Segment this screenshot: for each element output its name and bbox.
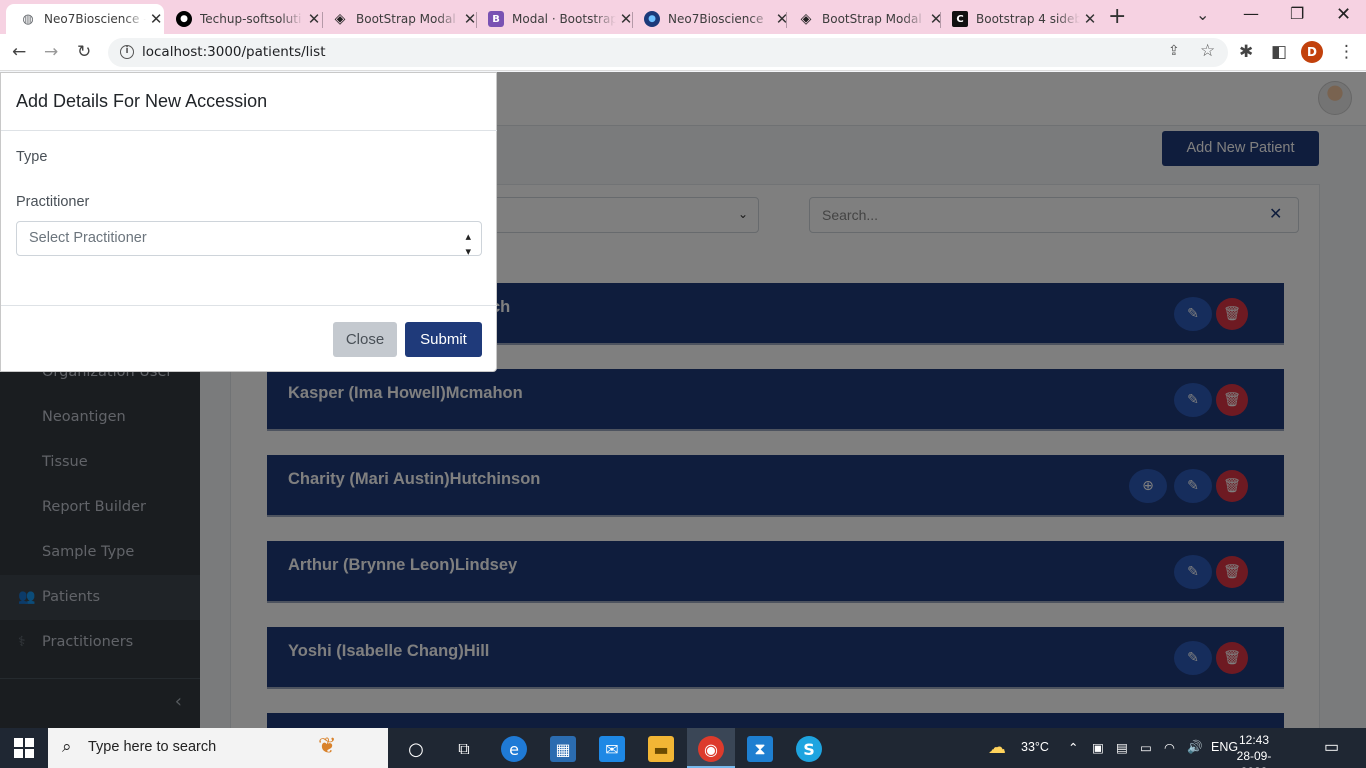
taskbar-search[interactable]: ⌕ Type here to search ❦ (48, 728, 388, 768)
clock-time: 12:43 (1238, 733, 1270, 747)
side-panel-icon[interactable]: ◧ (1271, 42, 1287, 62)
codepen-favicon-icon: ◈ (800, 11, 812, 27)
tab-title: BootStrap Modal (356, 12, 456, 26)
browser-menu-icon[interactable]: ⋮ (1338, 42, 1355, 62)
share-icon[interactable]: ⇪ (1168, 43, 1180, 59)
github-favicon-icon: ● (176, 11, 192, 27)
browser-tab[interactable]: ◈ BootStrap Modal ✕ (784, 4, 944, 34)
neo7-favicon-icon: ● (644, 11, 660, 27)
search-highlight-leaves-icon: ❦ (318, 734, 337, 759)
bootstrap-favicon-icon: B (488, 11, 504, 27)
weather-cloud-sun-icon[interactable]: ☁ (988, 737, 1006, 758)
address-bar[interactable]: i localhost:3000/patients/list ⇪ ☆ (108, 38, 1228, 67)
restore-icon[interactable]: ❐ (1290, 4, 1304, 23)
wifi-icon[interactable]: ◠ (1164, 740, 1175, 755)
url-text[interactable]: localhost:3000/patients/list (142, 44, 326, 60)
temperature[interactable]: 33°C (1021, 740, 1049, 754)
tab-title: Neo7Bioscience (668, 12, 764, 26)
new-tab-icon[interactable]: + (1108, 6, 1126, 28)
tab-title: Techup-softsoluti (200, 12, 302, 26)
submit-button[interactable]: Submit (405, 322, 482, 357)
forward-arrow-icon[interactable]: → (44, 42, 58, 62)
close-tab-icon[interactable]: ✕ (1082, 10, 1098, 28)
practitioner-select-value: Select Practitioner (29, 230, 147, 246)
reload-icon[interactable]: ↻ (77, 42, 91, 62)
select-caret-icon: ▴ ▾ (465, 231, 471, 258)
coder-favicon-icon: C (952, 11, 968, 27)
edge-icon[interactable]: e (501, 736, 527, 762)
tab-title: BootStrap Modal (822, 12, 922, 26)
browser-tab[interactable]: B Modal · Bootstrap ✕ (474, 4, 634, 34)
windows-taskbar: ⌕ Type here to search ❦ ○ ⧉ e ▦ ✉ ▬ ◉ ⧗ … (0, 728, 1366, 768)
tab-title: Neo7Bioscience - (44, 12, 147, 26)
notifications-icon[interactable]: ▭ (1324, 737, 1339, 757)
site-info-icon[interactable]: i (120, 45, 134, 59)
modal-title: Add Details For New Accession (16, 91, 268, 111)
mail-icon[interactable]: ✉ (599, 736, 625, 762)
browser-tab[interactable]: ● Neo7Bioscience ✕ (630, 4, 790, 34)
back-arrow-icon[interactable]: ← (12, 42, 26, 62)
taskbar-clock[interactable]: 12:43 28-09-2022 (1228, 732, 1280, 768)
browser-toolbar: ← → ↻ i localhost:3000/patients/list ⇪ ☆… (0, 34, 1366, 71)
tray-app-icon[interactable]: ▣ (1092, 740, 1104, 755)
browser-tab-strip: ◍ Neo7Bioscience - ✕ ● Techup-softsoluti… (0, 0, 1366, 34)
browser-tab[interactable]: ◍ Neo7Bioscience - ✕ (6, 4, 164, 34)
windows-start-icon[interactable] (14, 738, 34, 758)
globe-favicon-icon: ◍ (22, 11, 34, 27)
tab-title: Modal · Bootstrap (512, 12, 616, 26)
cortana-circle-icon[interactable]: ○ (403, 736, 429, 762)
type-label: Type (16, 149, 48, 165)
window-close-icon[interactable]: ✕ (1336, 4, 1351, 25)
vscode-icon[interactable]: ⧗ (747, 736, 773, 762)
browser-tab[interactable]: ● Techup-softsoluti ✕ (162, 4, 322, 34)
chevron-up-icon[interactable]: ⌃ (1068, 740, 1078, 755)
tray-app-icon-2[interactable]: ▤ (1116, 740, 1128, 755)
bookmark-star-icon[interactable]: ☆ (1200, 41, 1215, 61)
modal-footer: Close Submit (1, 305, 497, 371)
task-view-icon[interactable]: ⧉ (451, 736, 477, 762)
store-icon[interactable]: ▦ (550, 736, 576, 762)
battery-icon[interactable]: ▭ (1140, 740, 1152, 755)
profile-avatar[interactable]: D (1301, 41, 1323, 63)
chrome-icon[interactable]: ◉ (698, 736, 724, 762)
minimize-icon[interactable]: — (1243, 4, 1259, 23)
volume-icon[interactable]: 🔊 (1187, 740, 1203, 755)
practitioner-label: Practitioner (16, 194, 90, 210)
taskbar-search-placeholder: Type here to search (88, 739, 217, 755)
file-explorer-folder-icon[interactable]: ▬ (648, 736, 674, 762)
browser-tab[interactable]: C Bootstrap 4 sideb ✕ (938, 4, 1098, 34)
search-icon: ⌕ (62, 737, 72, 757)
codepen-favicon-icon: ◈ (334, 11, 346, 27)
close-button[interactable]: Close (333, 322, 397, 357)
clock-date: 28-09-2022 (1236, 749, 1272, 768)
tab-search-chevron-icon[interactable]: ⌄ (1196, 5, 1209, 24)
browser-tab[interactable]: ◈ BootStrap Modal ✕ (318, 4, 478, 34)
extensions-puzzle-icon[interactable]: ✱ (1239, 42, 1253, 62)
add-accession-modal: Add Details For New Accession Type Pract… (0, 72, 497, 372)
skype-icon[interactable]: S (796, 736, 822, 762)
modal-header: Add Details For New Accession (1, 73, 497, 131)
tab-title: Bootstrap 4 sideb (976, 12, 1080, 26)
practitioner-select[interactable]: Select Practitioner ▴ ▾ (16, 221, 482, 258)
